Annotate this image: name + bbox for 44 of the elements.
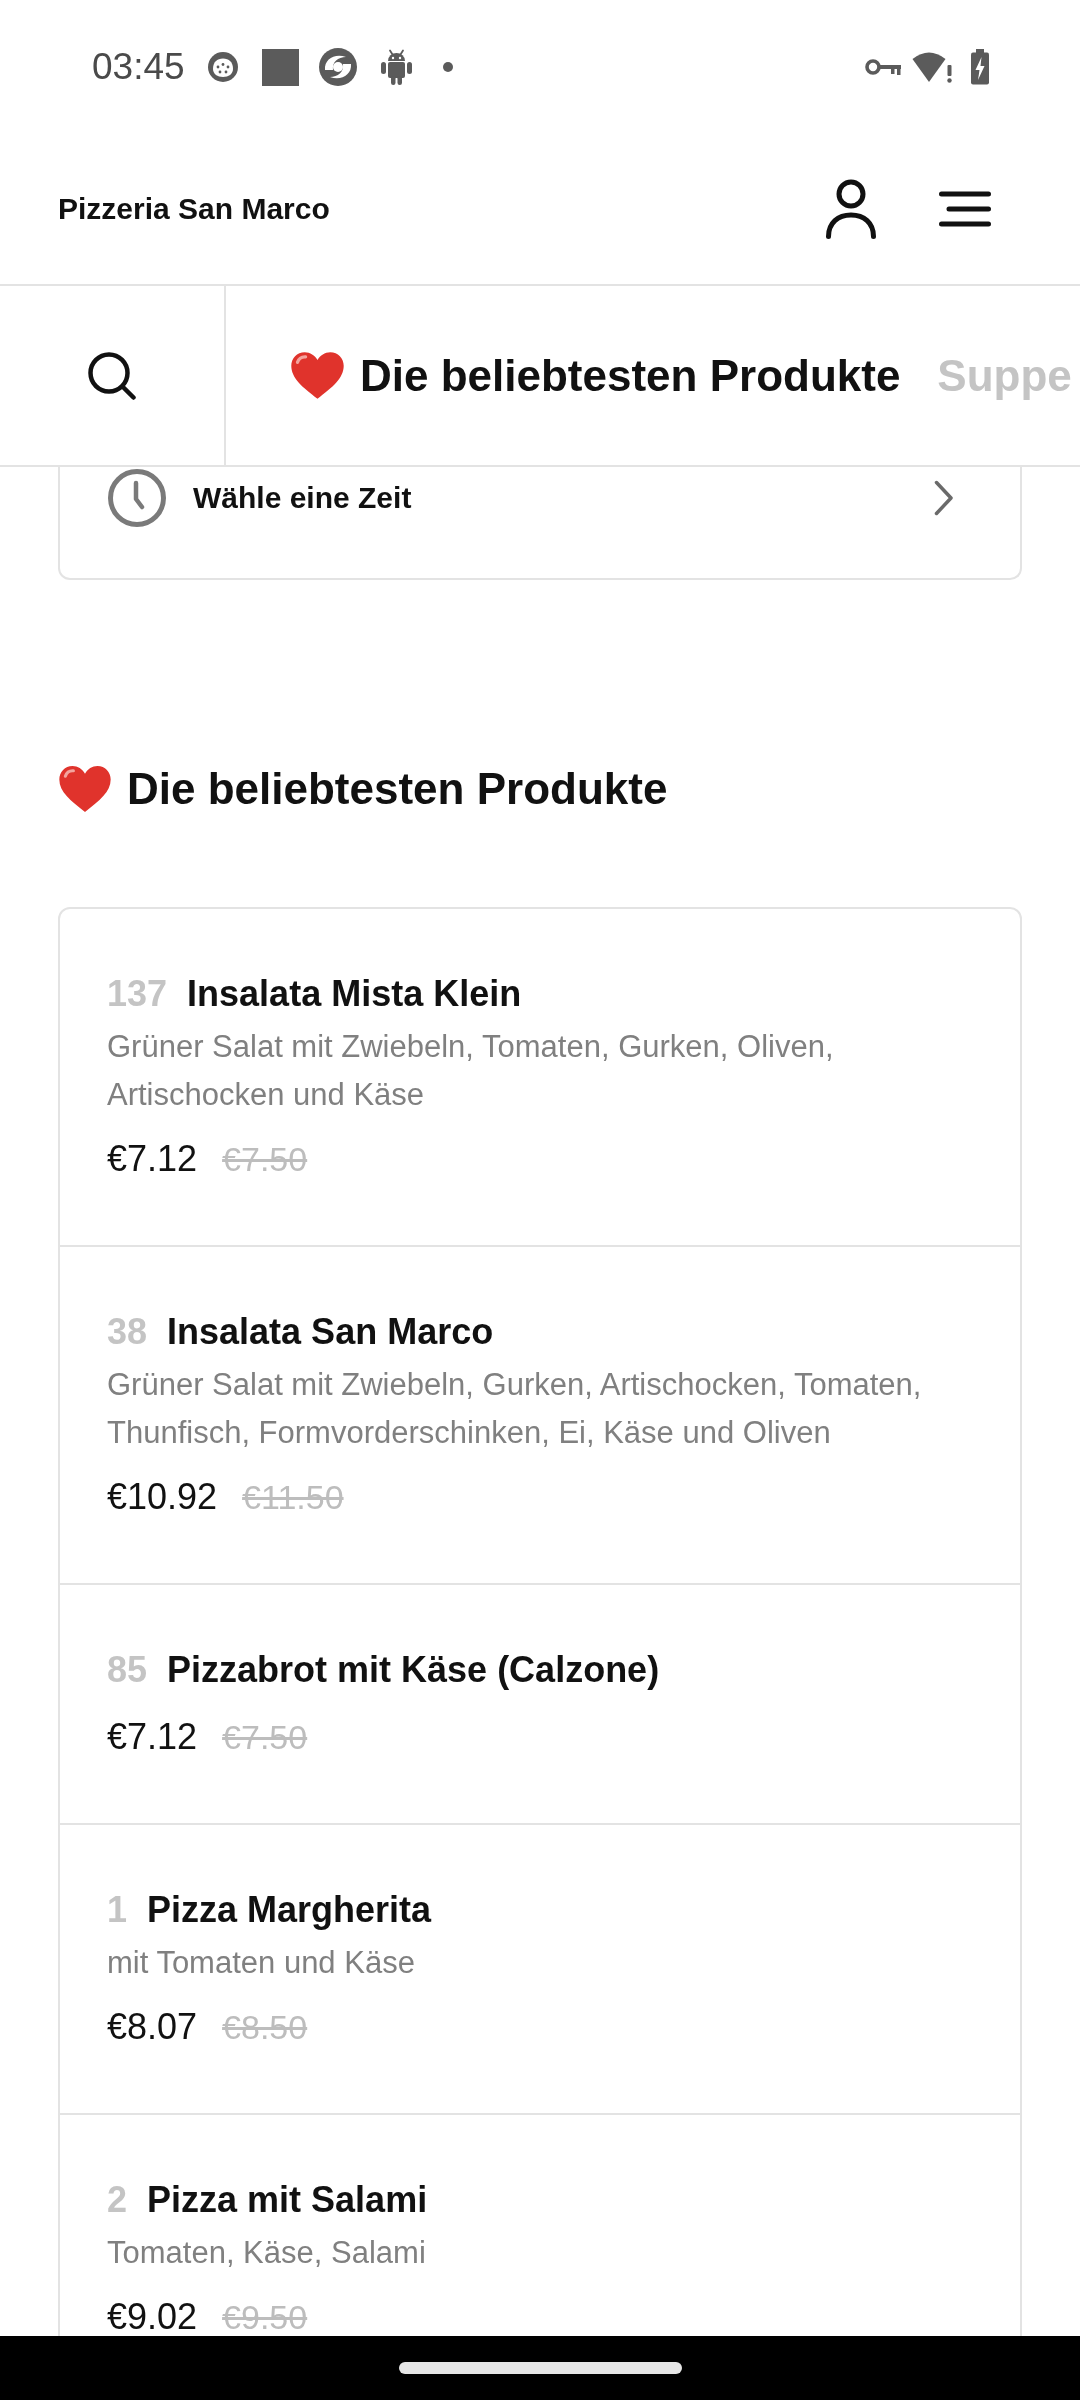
original-price: €9.50 (222, 2297, 308, 2336)
product-price: €9.02 (107, 2295, 198, 2336)
chevron-right-icon (934, 479, 954, 516)
robot-icon (379, 48, 413, 86)
heart-icon (290, 351, 345, 400)
product-number: 38 (107, 1310, 148, 1354)
search-icon (87, 351, 137, 400)
square-icon (261, 48, 299, 86)
product-description: mit Tomaten und Käse (107, 1944, 416, 1982)
dot-icon (442, 62, 453, 72)
original-price: €7.50 (222, 1717, 308, 1758)
clock-icon (108, 468, 166, 527)
product-name: Pizza Margherita (147, 1888, 432, 1932)
wifi-alert-icon (912, 50, 953, 84)
key-icon (865, 57, 901, 77)
original-price: €8.50 (222, 2007, 308, 2048)
product-price: €7.12 (107, 1715, 198, 1759)
original-price: €11.50 (242, 1477, 344, 1518)
product-number: 1 (107, 1888, 128, 1932)
swirl-icon (317, 47, 358, 87)
product-number: 2 (107, 2178, 128, 2222)
dotted-face-icon (206, 51, 239, 83)
status-time: 03:45 (92, 46, 185, 88)
product-number: 137 (107, 972, 168, 1016)
product-number: 85 (107, 1648, 148, 1692)
product-price: €7.12 (107, 1137, 198, 1181)
product-description: Grüner Salat mit Zwiebeln, Tomaten, Gurken, Oliven, Artischocken und Käse (107, 1028, 835, 1114)
person-icon[interactable] (825, 179, 877, 239)
product-description: Tomaten, Käse, Salami (107, 2234, 427, 2272)
product-price: €10.92 (107, 1475, 218, 1519)
time-picker-button[interactable]: Wähle eine Zeit (58, 467, 1022, 580)
menu-icon[interactable] (939, 191, 991, 227)
product-name: Insalata San Marco (167, 1310, 494, 1354)
product-name: Pizzabrot mit Käse (Calzone) (167, 1648, 660, 1692)
product-price: €8.07 (107, 2005, 198, 2049)
restaurant-name: Pizzeria San Marco (58, 192, 330, 226)
original-price: €7.50 (222, 1139, 308, 1180)
category-tab[interactable]: Die beliebtesten Produkte (290, 347, 901, 404)
product-name: Pizza mit Salami (147, 2178, 428, 2222)
heart-icon (58, 765, 112, 813)
product-description: Grüner Salat mit Zwiebeln, Gurken, Artischocken, Tomaten, Thunfisch, Formvorderschinken, Ei, Käse und Oliven (107, 1366, 923, 1452)
section-title: Die beliebtesten Produkte (127, 764, 668, 814)
battery-charging-icon (970, 49, 990, 85)
product-name: Insalata Mista Klein (187, 972, 522, 1016)
